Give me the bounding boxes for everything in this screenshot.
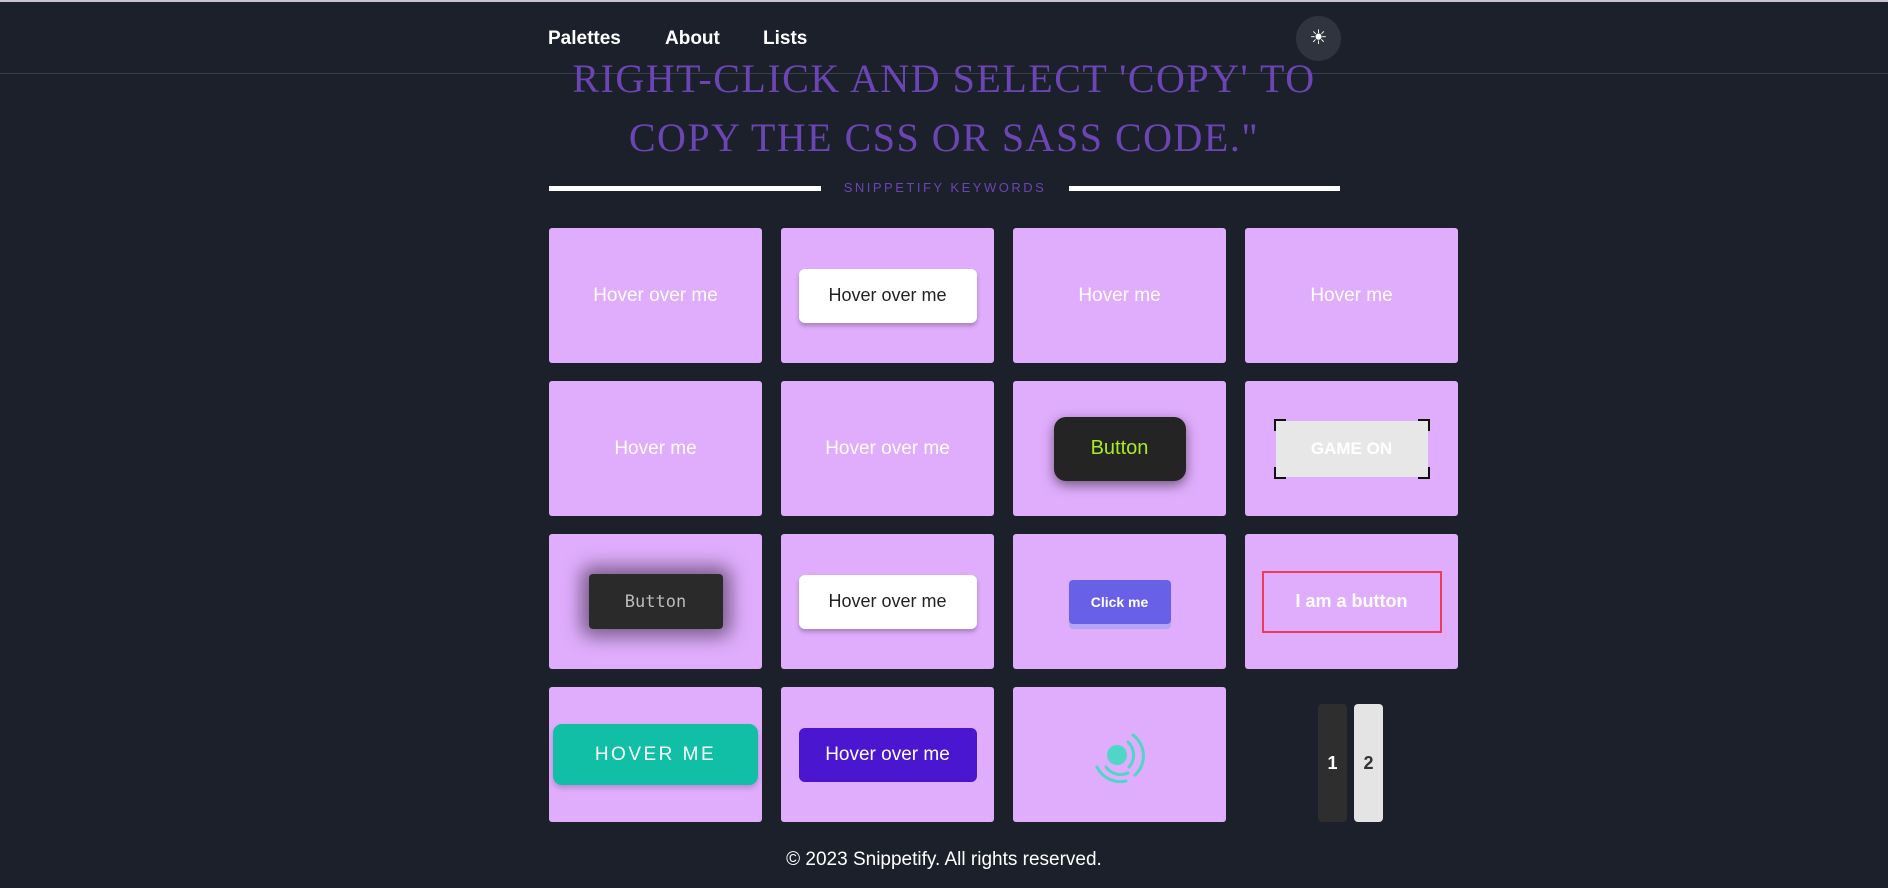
- hover-button[interactable]: Hover over me: [798, 268, 977, 323]
- snippet-card-3[interactable]: Hover me: [1013, 228, 1226, 363]
- page-quote: Right-click and select 'copy' to copy th…: [572, 56, 1316, 160]
- sun-icon: ☀: [1309, 27, 1328, 49]
- keywords-label: SNIPPETIFY KEYWORDS: [843, 180, 1047, 195]
- game-on-button[interactable]: GAME ON: [1273, 418, 1430, 479]
- divider-left: [549, 186, 821, 191]
- hover-button[interactable]: Hover over me: [593, 285, 718, 307]
- snippet-card-14[interactable]: Hover over me: [781, 687, 994, 822]
- nav-link-lists[interactable]: Lists: [763, 28, 807, 50]
- snippet-card-9[interactable]: Button: [549, 534, 762, 669]
- snippet-card-11[interactable]: Click me: [1013, 534, 1226, 669]
- snippet-card-15[interactable]: [1013, 687, 1226, 822]
- corner-bracket: [1417, 418, 1430, 431]
- snippet-card-1[interactable]: Hover over me: [549, 228, 762, 363]
- corner-bracket: [1273, 466, 1286, 479]
- corner-bracket: [1273, 418, 1286, 431]
- radar-spinner-icon[interactable]: [1088, 723, 1152, 787]
- hover-button[interactable]: Hover me: [1310, 285, 1392, 307]
- glow-button[interactable]: Button: [588, 574, 723, 629]
- snippet-card-8[interactable]: GAME ON: [1245, 381, 1458, 516]
- nav-link-palettes[interactable]: Palettes: [548, 28, 621, 50]
- snippet-card-4[interactable]: Hover me: [1245, 228, 1458, 363]
- hover-button[interactable]: Hover me: [614, 438, 696, 460]
- snippet-card-12[interactable]: I am a button: [1245, 534, 1458, 669]
- divider-right: [1069, 186, 1340, 191]
- snippet-card-6[interactable]: Hover over me: [781, 381, 994, 516]
- game-on-label: GAME ON: [1310, 438, 1393, 458]
- page-button-2[interactable]: 2: [1354, 704, 1383, 822]
- corner-bracket: [1417, 466, 1430, 479]
- snippet-card-7[interactable]: Button: [1013, 381, 1226, 516]
- hover-button[interactable]: Hover over me: [798, 574, 977, 629]
- snippet-card-10[interactable]: Hover over me: [781, 534, 994, 669]
- snippet-card-13[interactable]: HOVER ME: [549, 687, 762, 822]
- outline-button[interactable]: I am a button: [1261, 570, 1442, 633]
- footer-copyright: © 2023 Snippetify. All rights reserved.: [786, 849, 1102, 870]
- snippet-card-5[interactable]: Hover me: [549, 381, 762, 516]
- neon-button[interactable]: Button: [1053, 416, 1186, 481]
- hover-me-button[interactable]: HOVER ME: [553, 724, 758, 785]
- hover-button[interactable]: Hover me: [1078, 285, 1160, 307]
- hover-button[interactable]: Hover over me: [825, 438, 950, 460]
- hover-button[interactable]: Hover over me: [798, 727, 977, 782]
- page-button-1[interactable]: 1: [1318, 704, 1347, 822]
- click-me-button[interactable]: Click me: [1068, 579, 1171, 624]
- nav-link-about[interactable]: About: [665, 28, 720, 50]
- snippet-card-2[interactable]: Hover over me: [781, 228, 994, 363]
